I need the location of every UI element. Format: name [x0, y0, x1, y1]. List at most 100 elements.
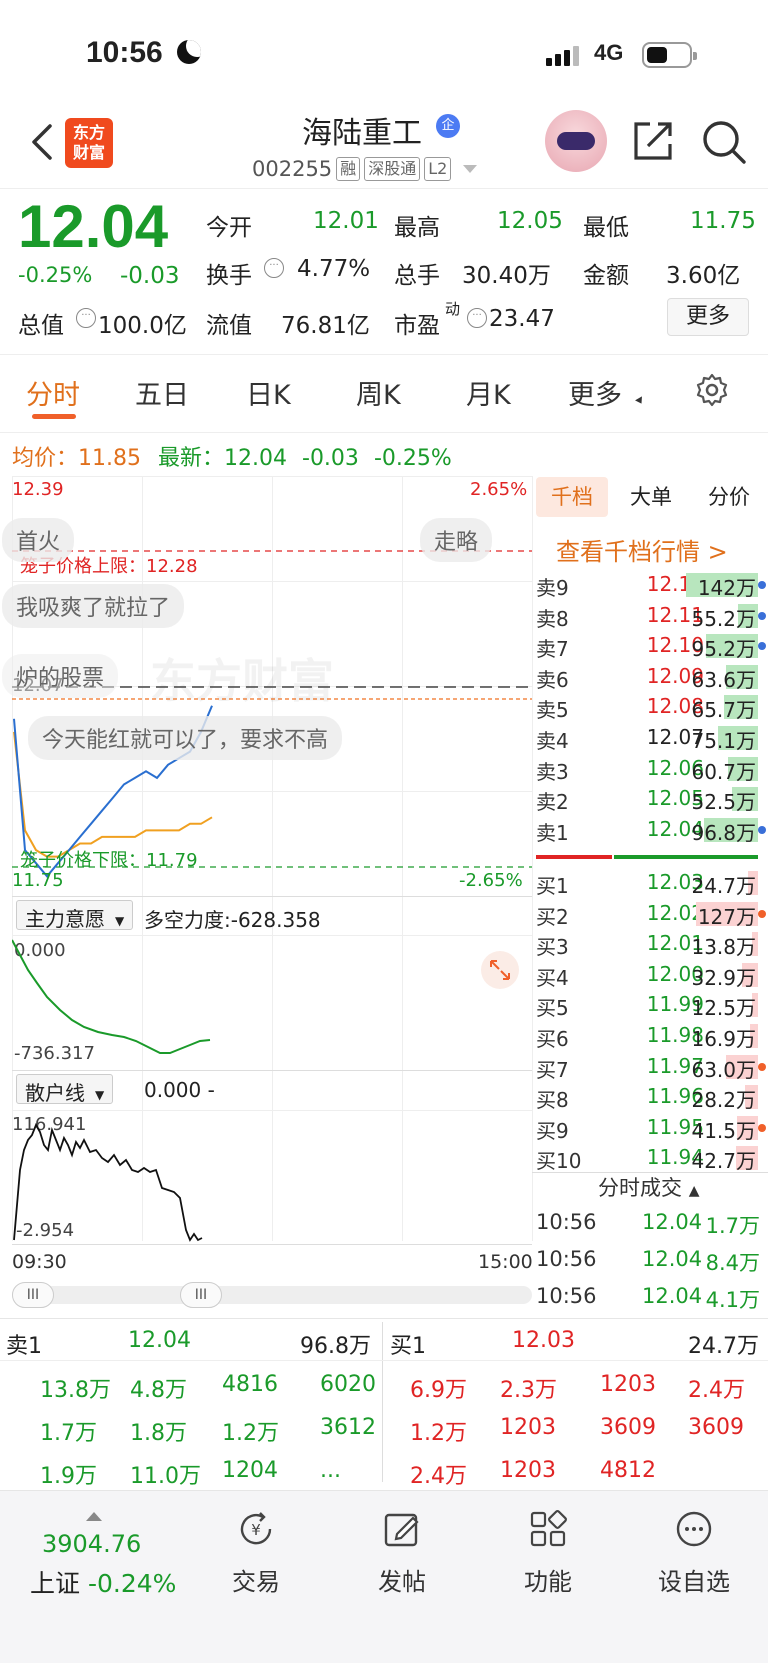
comment-bubble[interactable]: 炉的股票	[2, 654, 119, 698]
bid-level-row[interactable]: 买9 11.95 41.5万	[536, 1113, 766, 1143]
tab-more[interactable]: 更多	[568, 373, 622, 412]
index-value[interactable]: 3904.76	[42, 1530, 141, 1558]
level-label: 买2	[536, 904, 569, 929]
tick-volume: 4.1万	[705, 1288, 760, 1312]
ticks-title[interactable]: 分时成交 ▲	[598, 1172, 699, 1202]
add-watchlist-button[interactable]: 设自选	[634, 1510, 754, 1597]
tab-five-day[interactable]: 五日	[135, 373, 189, 412]
indicator-select-main-force[interactable]: 主力意愿	[16, 900, 134, 931]
bid-queue-cell: 2.4万	[410, 1464, 467, 1489]
bid-level-row[interactable]: 买7 11.97 63.0万	[536, 1052, 766, 1082]
bid-level-row[interactable]: 买5 11.99 12.5万	[536, 990, 766, 1020]
back-arrow-icon[interactable]	[28, 122, 58, 162]
level-volume: 41.5万	[691, 1118, 756, 1143]
share-icon[interactable]	[630, 118, 676, 164]
assistant-avatar-icon[interactable]	[545, 110, 607, 172]
comment-bubble[interactable]: 首火	[2, 518, 75, 562]
y-axis-bottom-pct: -2.65%	[459, 870, 523, 891]
tab-daily-k[interactable]: 日K	[246, 373, 291, 412]
ask-level-row[interactable]: 卖5 12.08 65.7万	[536, 692, 766, 722]
avg-value: 11.85	[78, 446, 141, 471]
bid-queue-cell: 4812	[600, 1458, 656, 1483]
level-label: 买5	[536, 996, 569, 1021]
turnover-value: 4.77%	[297, 256, 371, 282]
more-info-icon[interactable]: ···	[264, 258, 284, 278]
bid-queue-cell: 3609	[600, 1415, 656, 1440]
status-bar: 10:56 4G	[0, 0, 768, 110]
ask-level-row[interactable]: 卖1 12.04 96.8万	[536, 815, 766, 845]
ask-queue-cell: 4816	[222, 1372, 278, 1397]
level-volume: 13.8万	[691, 935, 756, 960]
mktcap-value: 100.0亿	[98, 313, 187, 339]
bid-queue-cell: 2.3万	[500, 1378, 557, 1403]
more-info-icon[interactable]: ···	[76, 308, 96, 328]
expand-icon[interactable]	[480, 950, 520, 990]
y-axis-top-label: 12.39	[12, 479, 64, 500]
slider-handle-right[interactable]: III	[180, 1282, 222, 1308]
index-ticker[interactable]: 上证 -0.24%	[30, 1564, 176, 1600]
trade-button[interactable]: ¥ 交易	[196, 1510, 316, 1597]
functions-button[interactable]: 功能	[488, 1510, 608, 1597]
tab-monthly-k[interactable]: 月K	[466, 373, 511, 412]
bottom-ask-label: 卖1	[6, 1334, 42, 1359]
retail-series	[13, 1122, 203, 1242]
volume-value: 30.40万	[462, 263, 551, 289]
tab-depth[interactable]: 千档	[536, 477, 608, 517]
tab-weekly-k[interactable]: 周K	[356, 373, 401, 412]
level-label: 买4	[536, 965, 569, 990]
ask-level-row[interactable]: 卖6 12.09 63.6万	[536, 662, 766, 692]
bid-level-row[interactable]: 买1 12.03 24.7万	[536, 868, 766, 898]
large-order-dot	[758, 1123, 766, 1132]
level-label: 买3	[536, 935, 569, 960]
stock-code-line[interactable]: 002255 融 深股通 L2	[252, 154, 478, 184]
comment-bubble[interactable]: 走略	[420, 518, 493, 562]
slider-handle-left[interactable]: III	[12, 1282, 54, 1308]
bid-level-row[interactable]: 买6 11.98 16.9万	[536, 1021, 766, 1051]
network-type: 4G	[594, 40, 624, 65]
app-logo[interactable]: 东方 财富	[65, 118, 113, 168]
level-label: 买6	[536, 1027, 569, 1051]
tick-price: 12.04	[642, 1247, 703, 1271]
ask-level-row[interactable]: 卖3 12.06 60.7万	[536, 754, 766, 784]
ask-level-row[interactable]: 卖2 12.05 52.5万	[536, 784, 766, 814]
level-volume: 63.0万	[691, 1057, 756, 1082]
view-depth-link[interactable]: 查看千档行情 >	[556, 532, 728, 567]
enterprise-badge: 企	[436, 114, 460, 138]
bid-ask-ratio-bar	[536, 855, 758, 859]
tab-big-orders[interactable]: 大单	[616, 477, 686, 517]
tab-intraday[interactable]: 分时	[26, 373, 80, 412]
more-button[interactable]: 更多	[667, 298, 749, 336]
level-volume: 65.7万	[691, 698, 756, 723]
trade-label: 交易	[232, 1568, 280, 1596]
settings-gear-icon[interactable]	[694, 372, 730, 408]
volume-label: 总手	[394, 263, 440, 289]
bid-level-row[interactable]: 买3 12.01 13.8万	[536, 929, 766, 959]
large-order-dot	[758, 581, 766, 589]
bid-level-row[interactable]: 买2 12.02 127万	[536, 899, 766, 929]
ask-level-row[interactable]: 卖7 12.10 95.2万	[536, 631, 766, 661]
tab-price-distribution[interactable]: 分价	[694, 477, 764, 517]
bottom-bid-label: 买1	[390, 1334, 426, 1359]
ask-level-row[interactable]: 卖9 12.12 142万	[536, 570, 766, 600]
bid-level-row[interactable]: 买4 12.00 32.9万	[536, 960, 766, 990]
indicator-select-retail[interactable]: 散户线	[16, 1074, 114, 1105]
large-order-dot	[758, 825, 766, 834]
divider	[382, 1322, 383, 1482]
logo-text-2: 财富	[72, 143, 105, 162]
price-summary-line: 均价：11.85 最新：12.04 -0.03 -0.25%	[12, 440, 452, 472]
ask-level-row[interactable]: 卖4 12.07 75.1万	[536, 723, 766, 753]
change-amount: -0.03	[120, 263, 180, 289]
ask-queue-cell: 1.2万	[222, 1421, 279, 1446]
bid-level-row[interactable]: 买10 11.94 42.7万	[536, 1143, 766, 1173]
ask-level-row[interactable]: 卖8 12.11 55.2万	[536, 601, 766, 631]
level-label: 卖2	[536, 790, 569, 815]
search-icon[interactable]	[700, 118, 748, 166]
comment-bubble[interactable]: 我吸爽了就拉了	[2, 584, 185, 628]
post-button[interactable]: 发帖	[342, 1510, 462, 1597]
more-info-icon[interactable]: ···	[467, 308, 487, 328]
float-label: 流值	[206, 313, 252, 339]
logo-text-1: 东方	[72, 123, 105, 142]
time-range-slider[interactable]: III III	[12, 1282, 532, 1308]
comment-bubble[interactable]: 今天能红就可以了，要求不高	[28, 716, 343, 760]
bid-level-row[interactable]: 买8 11.96 28.2万	[536, 1082, 766, 1112]
